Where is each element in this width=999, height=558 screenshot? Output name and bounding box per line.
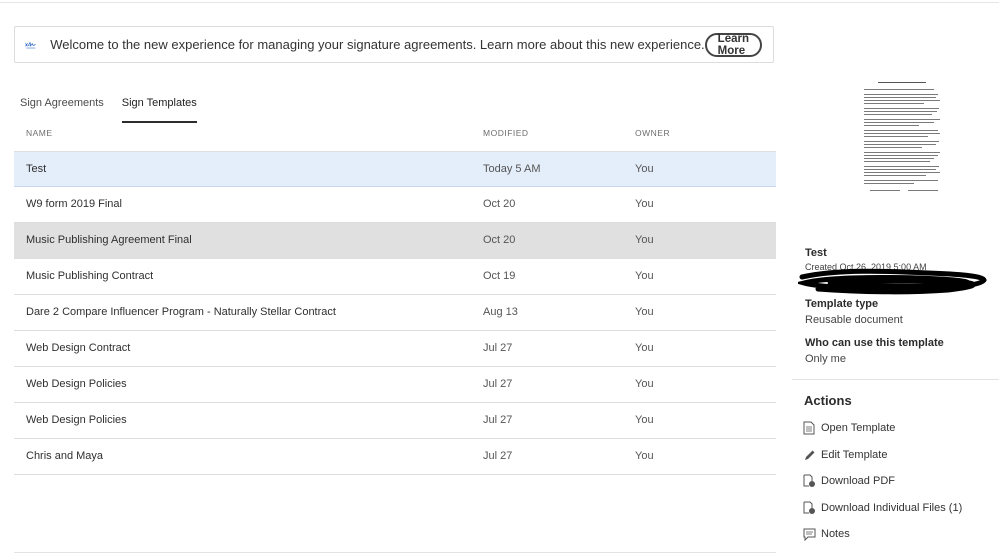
row-modified: Jul 27 (483, 450, 513, 462)
row-name: W9 form 2019 Final (26, 198, 122, 210)
column-header-owner[interactable]: OWNER (635, 128, 670, 138)
redaction-scribble (798, 268, 987, 295)
edit-template-label: Edit Template (821, 449, 888, 461)
row-owner: You (635, 234, 654, 246)
download-pdf-action[interactable]: Download PDF (802, 474, 895, 488)
notes-action[interactable]: Notes (802, 527, 850, 541)
top-divider (0, 2, 999, 3)
row-name: Web Design Contract (26, 342, 131, 354)
row-modified: Today 5 AM (483, 163, 541, 175)
signature-icon (25, 41, 36, 48)
row-owner: You (635, 414, 654, 426)
row-owner: You (635, 378, 654, 390)
row-owner: You (635, 163, 654, 175)
template-type-value: Reusable document (805, 314, 903, 326)
row-name: Music Publishing Contract (26, 270, 154, 282)
welcome-banner: Welcome to the new experience for managi… (14, 26, 774, 63)
column-header-name[interactable]: NAME (26, 128, 53, 138)
table-row[interactable]: Web Design Contract Jul 27 You (14, 331, 776, 367)
row-owner: You (635, 342, 654, 354)
pencil-icon (802, 448, 816, 462)
column-header-modified[interactable]: MODIFIED (483, 128, 529, 138)
row-name: Chris and Maya (26, 450, 104, 462)
table-row[interactable]: Chris and Maya Jul 27 You (14, 439, 776, 475)
learn-more-button[interactable]: Learn More (704, 32, 762, 57)
banner-message: Welcome to the new experience for managi… (50, 37, 705, 52)
table-row[interactable]: Web Design Policies Jul 27 You (14, 403, 776, 439)
open-template-action[interactable]: Open Template (802, 421, 895, 435)
download-pdf-label: Download PDF (821, 475, 895, 487)
row-name: Test (26, 163, 47, 175)
tab-bar: Sign Agreements Sign Templates (20, 97, 215, 123)
template-thumbnail[interactable] (864, 80, 942, 194)
row-modified: Oct 19 (483, 270, 516, 282)
document-icon (802, 421, 816, 435)
row-name: Music Publishing Agreement Final (26, 234, 192, 246)
actions-heading: Actions (804, 393, 852, 408)
download-individual-files-label: Download Individual Files (1) (821, 502, 963, 514)
details-title: Test (805, 247, 827, 259)
row-name: Web Design Policies (26, 378, 127, 390)
row-name: Web Design Policies (26, 414, 127, 426)
row-modified: Oct 20 (483, 234, 516, 246)
open-template-label: Open Template (821, 422, 896, 434)
table-row[interactable]: Music Publishing Agreement Final Oct 20 … (14, 223, 776, 259)
panel-divider (792, 379, 999, 380)
row-modified: Aug 13 (483, 306, 518, 318)
table-row[interactable]: Music Publishing Contract Oct 19 You (14, 259, 776, 295)
row-owner: You (635, 306, 654, 318)
row-modified: Jul 27 (483, 342, 513, 354)
notes-icon (802, 527, 816, 541)
templates-table: Test Today 5 AM You W9 form 2019 Final O… (14, 151, 776, 475)
table-row[interactable]: Test Today 5 AM You (14, 151, 776, 187)
download-individual-files-action[interactable]: Download Individual Files (1) (802, 501, 962, 515)
download-pdf-icon (802, 474, 816, 488)
row-name: Dare 2 Compare Influencer Program - Natu… (26, 306, 336, 318)
edit-template-action[interactable]: Edit Template (802, 448, 887, 462)
notes-label: Notes (821, 528, 850, 540)
table-bottom-divider (14, 552, 776, 553)
tab-sign-agreements[interactable]: Sign Agreements (20, 97, 104, 123)
row-modified: Jul 27 (483, 378, 513, 390)
row-modified: Oct 20 (483, 198, 516, 210)
row-modified: Jul 27 (483, 414, 513, 426)
who-can-use-value: Only me (805, 353, 846, 365)
table-row[interactable]: Web Design Policies Jul 27 You (14, 367, 776, 403)
download-files-icon (802, 501, 816, 515)
template-type-label: Template type (805, 298, 879, 310)
table-row[interactable]: W9 form 2019 Final Oct 20 You (14, 187, 776, 223)
table-row[interactable]: Dare 2 Compare Influencer Program - Natu… (14, 295, 776, 331)
row-owner: You (635, 270, 654, 282)
who-can-use-label: Who can use this template (805, 337, 944, 349)
row-owner: You (635, 450, 654, 462)
row-owner: You (635, 198, 654, 210)
table-header: NAME MODIFIED OWNER (14, 128, 776, 138)
tab-sign-templates[interactable]: Sign Templates (121, 97, 197, 123)
